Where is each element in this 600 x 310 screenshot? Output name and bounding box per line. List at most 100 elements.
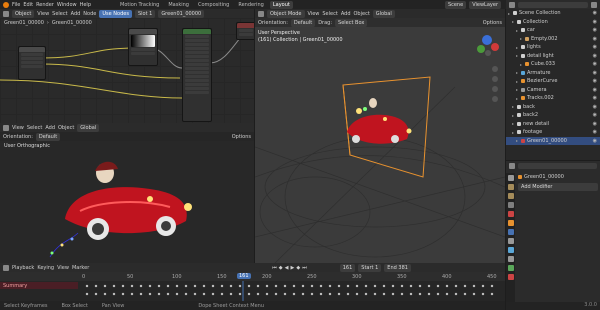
visibility-icon[interactable]: ◉ xyxy=(593,129,597,135)
visibility-icon[interactable]: ◉ xyxy=(593,104,597,110)
menu-select[interactable]: Select xyxy=(27,125,42,131)
next-key-icon[interactable]: ◆ xyxy=(296,265,300,271)
outliner-row[interactable]: ▸ BezierCurve ◉ xyxy=(506,77,600,86)
current-frame-field[interactable]: 161 xyxy=(339,263,356,272)
material-tab-icon[interactable] xyxy=(508,274,514,280)
view-layer-selector[interactable]: ViewLayer xyxy=(469,0,501,9)
menu-window[interactable]: Window xyxy=(57,2,77,8)
menu-render[interactable]: Render xyxy=(36,2,54,8)
outliner-row[interactable]: ▸ Cube.033 ◉ xyxy=(506,60,600,69)
particles-tab-icon[interactable] xyxy=(508,238,514,244)
outliner-row[interactable]: ▸ detail light ◉ xyxy=(506,52,600,61)
visibility-icon[interactable]: ◉ xyxy=(593,121,597,127)
orientation-dropdown[interactable]: Default xyxy=(290,18,316,27)
visibility-icon[interactable]: ◉ xyxy=(593,95,597,101)
outliner-row[interactable]: ▸ Collection ◉ xyxy=(506,18,600,27)
prev-key-icon[interactable]: ◆ xyxy=(279,265,283,271)
timeline-tracks[interactable]: Summary xyxy=(0,281,505,301)
outliner-row[interactable]: ▸ Armature ◉ xyxy=(506,69,600,78)
expand-arrow-icon[interactable]: ▸ xyxy=(516,53,519,58)
play-reverse-icon[interactable]: ◀ xyxy=(285,265,289,271)
expand-arrow-icon[interactable]: ▸ xyxy=(516,70,519,75)
menu-view[interactable]: View xyxy=(12,125,24,131)
outliner-row[interactable]: ▸ footage ◉ xyxy=(506,128,600,137)
expand-arrow-icon[interactable]: ▸ xyxy=(520,36,523,41)
transform-orientation-dropdown[interactable]: Global xyxy=(372,9,395,18)
editor-type-icon[interactable] xyxy=(3,10,9,17)
add-modifier-button[interactable]: Add Modifier xyxy=(518,183,598,191)
expand-arrow-icon[interactable]: ▸ xyxy=(516,28,519,33)
outliner-row[interactable]: ▸ Empty.002 ◉ xyxy=(506,35,600,44)
menu-view[interactable]: View xyxy=(308,11,320,17)
mode-dropdown[interactable]: Object Mode xyxy=(267,9,305,18)
visibility-icon[interactable]: ◉ xyxy=(593,10,597,16)
visibility-icon[interactable]: ◉ xyxy=(593,27,597,33)
outliner-row[interactable]: ▸ lights ◉ xyxy=(506,43,600,52)
visibility-icon[interactable]: ◉ xyxy=(593,19,597,25)
expand-arrow-icon[interactable]: ▸ xyxy=(512,130,515,135)
tool-tab-icon[interactable] xyxy=(508,175,514,181)
editor-type-icon[interactable] xyxy=(509,162,515,169)
expand-arrow-icon[interactable]: ▸ xyxy=(512,113,515,118)
menu-keying[interactable]: Keying xyxy=(37,265,54,271)
tab-compositing[interactable]: Compositing xyxy=(195,1,232,9)
editor-type-icon[interactable] xyxy=(3,124,9,131)
menu-object[interactable]: Object xyxy=(354,11,370,17)
node-editor-canvas[interactable]: Green01_00000 › Green01_00000 xyxy=(0,18,254,123)
scene-selector[interactable]: Scene xyxy=(444,0,467,9)
timeline-ruler[interactable]: 0 50 100 150 200 250 300 350 400 450 161 xyxy=(0,272,505,281)
expand-arrow-icon[interactable]: ▸ xyxy=(516,79,519,84)
menu-select[interactable]: Select xyxy=(52,11,67,17)
texture-node[interactable] xyxy=(18,46,46,80)
outliner-row[interactable]: ▸ Tracks.002 ◉ xyxy=(506,94,600,103)
play-icon[interactable]: ▶ xyxy=(291,265,295,271)
menu-file[interactable]: File xyxy=(12,2,20,8)
options-button[interactable]: Options xyxy=(483,20,502,26)
menu-add[interactable]: Add xyxy=(341,11,351,17)
editor-type-icon[interactable] xyxy=(509,1,515,8)
data-tab-icon[interactable] xyxy=(508,265,514,271)
slot-dropdown[interactable]: Slot 1 xyxy=(134,9,156,18)
outliner-row[interactable]: ▸ new detail ◉ xyxy=(506,120,600,129)
expand-arrow-icon[interactable]: ▸ xyxy=(516,138,519,143)
scene-tab-icon[interactable] xyxy=(508,202,514,208)
visibility-icon[interactable]: ◉ xyxy=(593,36,597,42)
expand-arrow-icon[interactable]: ▸ xyxy=(520,62,523,67)
filter-icon[interactable] xyxy=(591,1,597,8)
orientation-dropdown[interactable]: Default xyxy=(35,132,61,141)
options-button[interactable]: Options xyxy=(232,134,251,140)
outliner-row[interactable]: ▸ Scene Collection ◉ xyxy=(506,9,600,18)
menu-view[interactable]: View xyxy=(37,11,49,17)
menu-help[interactable]: Help xyxy=(80,2,91,8)
tab-motion-tracking[interactable]: Motion Tracking xyxy=(117,1,162,9)
menu-add[interactable]: Add xyxy=(45,125,55,131)
menu-add[interactable]: Add xyxy=(71,11,81,17)
expand-arrow-icon[interactable]: ▸ xyxy=(516,87,519,92)
expand-arrow-icon[interactable]: ▸ xyxy=(516,45,519,50)
material-output-node[interactable] xyxy=(236,22,254,40)
editor-type-icon[interactable] xyxy=(258,10,264,17)
editor-type-icon[interactable] xyxy=(3,264,9,271)
visibility-icon[interactable]: ◉ xyxy=(593,112,597,118)
tab-rendering[interactable]: Rendering xyxy=(235,1,267,9)
visibility-icon[interactable]: ◉ xyxy=(593,87,597,93)
outliner-row[interactable]: ▸ Camera ◉ xyxy=(506,86,600,95)
menu-select[interactable]: Select xyxy=(322,11,337,17)
transform-orientation-dropdown[interactable]: Global xyxy=(77,123,100,132)
world-tab-icon[interactable] xyxy=(508,211,514,217)
visibility-icon[interactable]: ◉ xyxy=(593,53,597,59)
expand-arrow-icon[interactable]: ▸ xyxy=(508,11,511,16)
color-ramp-node[interactable] xyxy=(128,28,158,66)
menu-node[interactable]: Node xyxy=(83,11,96,17)
jump-start-icon[interactable]: ⏮ xyxy=(272,265,277,271)
principled-bsdf-node[interactable] xyxy=(182,28,212,122)
outliner-row[interactable]: ▸ car ◉ xyxy=(506,26,600,35)
visibility-icon[interactable]: ◉ xyxy=(593,61,597,67)
current-frame-indicator[interactable]: 161 xyxy=(237,273,251,279)
menu-view[interactable]: View xyxy=(57,265,69,271)
viewport-canvas[interactable]: User Perspective (161) Collection | Gree… xyxy=(255,27,505,263)
visibility-icon[interactable]: ◉ xyxy=(593,70,597,76)
tab-masking[interactable]: Masking xyxy=(165,1,192,9)
drag-dropdown[interactable]: Select Box xyxy=(335,18,368,27)
constraints-tab-icon[interactable] xyxy=(508,256,514,262)
